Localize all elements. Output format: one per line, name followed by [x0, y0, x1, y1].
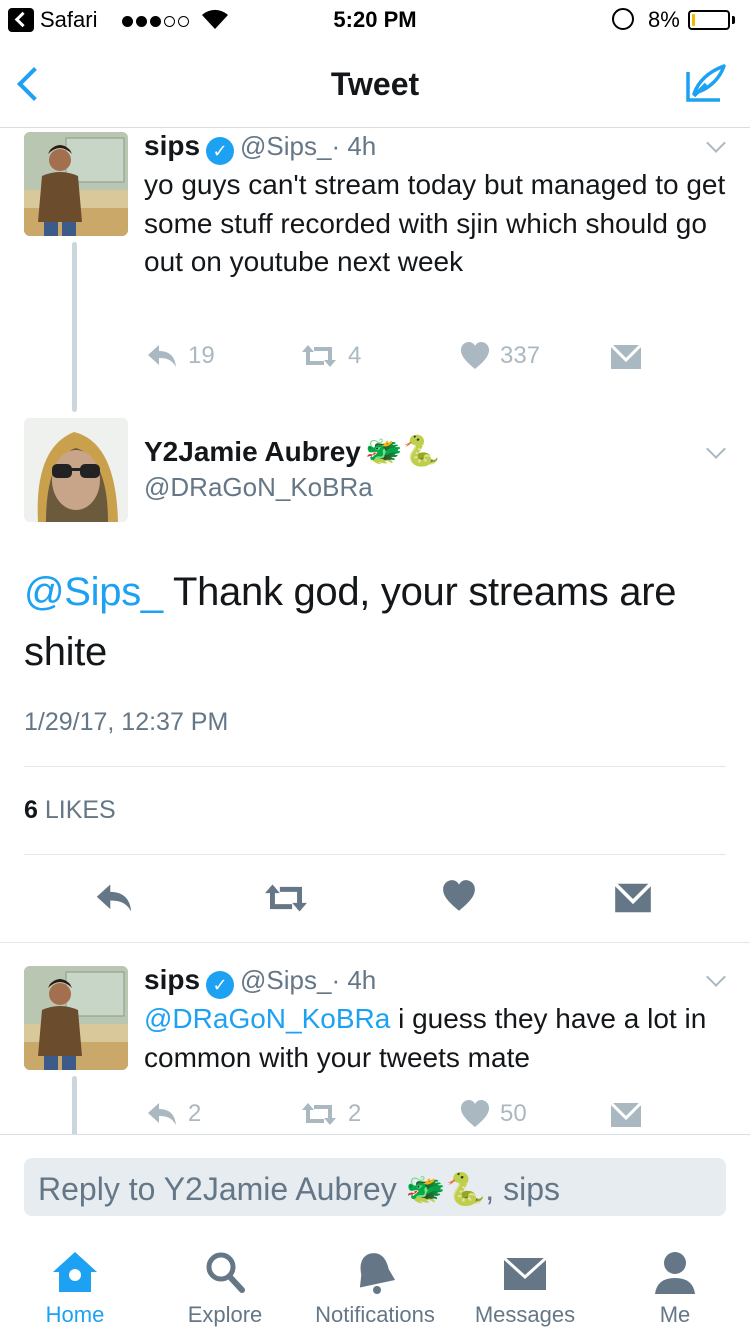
user-handle[interactable]: @DRaGoN_KoBRa	[144, 472, 373, 503]
likes-label: LIKES	[37, 796, 116, 824]
reply-input[interactable]: Reply to Y2Jamie Aubrey 🐲🐍, sips	[24, 1158, 726, 1216]
avatar-sips[interactable]	[24, 966, 128, 1070]
chevron-down-icon[interactable]	[706, 442, 728, 464]
verified-badge-icon: ✓	[206, 970, 235, 999]
divider	[0, 942, 750, 943]
battery-icon	[688, 10, 730, 30]
compose-icon[interactable]	[684, 64, 728, 104]
battery-percent: 8%	[648, 7, 680, 32]
retweet-icon	[302, 345, 336, 367]
envelope-icon[interactable]	[614, 882, 652, 914]
envelope-icon	[503, 1256, 547, 1290]
direct-message-button[interactable]	[610, 1102, 642, 1128]
retweet-button[interactable]: 2	[300, 1100, 361, 1128]
direct-message-button[interactable]	[610, 344, 642, 370]
heart-icon	[461, 342, 489, 369]
rotation-lock-icon	[612, 8, 634, 30]
divider	[24, 854, 726, 855]
like-count: 50	[500, 1100, 527, 1127]
like-count: 337	[500, 342, 541, 369]
chevron-down-icon[interactable]	[706, 136, 728, 158]
heart-icon[interactable]	[442, 880, 476, 912]
envelope-icon	[610, 344, 642, 369]
tweet-text: yo guys can't stream today but managed t…	[144, 169, 726, 277]
home-icon	[53, 1252, 97, 1292]
tweet-time: · 4h	[331, 965, 377, 995]
mention-link[interactable]: @Sips_	[24, 570, 163, 614]
display-name[interactable]: sips	[144, 964, 200, 995]
reply-icon[interactable]	[94, 882, 134, 914]
status-bar: Safari 5:20 PM 8%	[0, 0, 750, 40]
reply-count: 19	[188, 342, 215, 369]
mention-link[interactable]: @DRaGoN_KoBRa	[144, 1003, 390, 1034]
like-button[interactable]: 50	[460, 1100, 527, 1128]
reply-icon	[148, 1103, 176, 1125]
tweet-text: @DRaGoN_KoBRa i guess they have a lot in…	[144, 1000, 729, 1077]
tab-me[interactable]: Me	[600, 1240, 750, 1334]
user-handle[interactable]: @Sips_	[240, 131, 331, 161]
name-emoji: 🐲🐍	[365, 435, 441, 468]
reply-button[interactable]: 2	[146, 1100, 201, 1128]
tweet-header: sips ✓ @Sips_· 4h	[144, 130, 724, 165]
retweet-count: 4	[348, 342, 362, 369]
retweet-icon[interactable]	[262, 882, 310, 914]
thread-line	[72, 1076, 77, 1136]
tweet-timestamp: 1/29/17, 12:37 PM	[24, 708, 229, 736]
likes-count: 6	[24, 796, 38, 824]
bell-icon	[359, 1253, 395, 1294]
divider	[24, 766, 726, 767]
like-button[interactable]: 337	[460, 342, 540, 370]
chevron-down-icon[interactable]	[706, 970, 728, 992]
likes-summary[interactable]: 6 LIKES	[24, 796, 116, 825]
envelope-icon	[610, 1102, 642, 1127]
tab-notifications[interactable]: Notifications	[300, 1240, 450, 1334]
reply-icon	[148, 345, 176, 367]
verified-badge-icon: ✓	[206, 136, 235, 165]
search-icon	[206, 1252, 245, 1293]
heart-icon	[461, 1100, 489, 1127]
display-name[interactable]: sips	[144, 130, 200, 161]
tab-bar: Home Explore Notifications Messages Me	[0, 1240, 750, 1334]
tab-explore[interactable]: Explore	[150, 1240, 300, 1334]
page-title: Tweet	[330, 66, 420, 102]
tab-messages[interactable]: Messages	[450, 1240, 600, 1334]
tweet-header: sips ✓ @Sips_· 4h	[144, 964, 724, 999]
retweet-count: 2	[348, 1100, 362, 1127]
avatar-y2jamie[interactable]	[24, 418, 128, 522]
thread-line	[72, 242, 77, 412]
navigation-bar: Tweet	[0, 40, 750, 128]
display-name[interactable]: Y2Jamie Aubrey	[144, 436, 361, 467]
user-handle[interactable]: @Sips_	[240, 965, 331, 995]
tweet-time: · 4h	[331, 131, 377, 161]
avatar-sips[interactable]	[24, 132, 128, 236]
tab-home[interactable]: Home	[0, 1240, 150, 1334]
main-tweet-header: Y2Jamie Aubrey 🐲🐍	[144, 434, 704, 469]
status-time: 5:20 PM	[333, 7, 417, 32]
person-icon	[655, 1252, 695, 1294]
main-tweet-text: @Sips_ Thank god, your streams are shite	[24, 562, 704, 682]
reply-count: 2	[188, 1100, 202, 1127]
reply-button[interactable]: 19	[146, 342, 215, 370]
retweet-icon	[302, 1103, 336, 1125]
retweet-button[interactable]: 4	[300, 342, 361, 370]
